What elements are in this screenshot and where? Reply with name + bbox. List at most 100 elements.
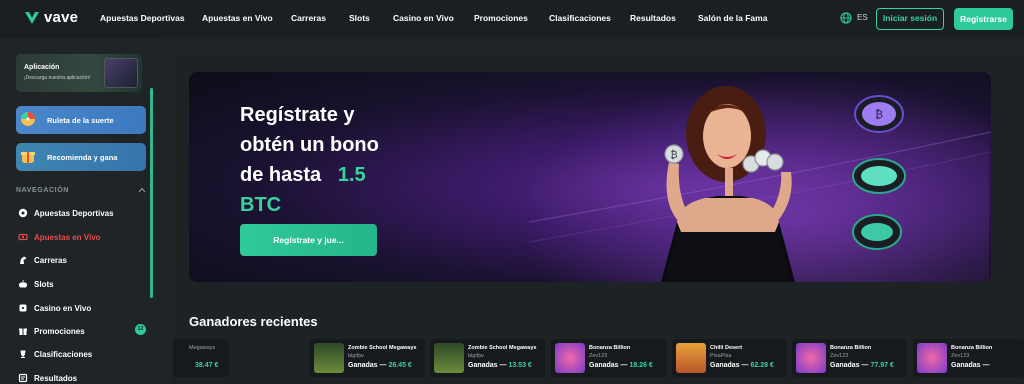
winner-amount: 77.97 € bbox=[870, 362, 894, 369]
lucky-wheel-label: Ruleta de la suerte bbox=[47, 116, 114, 125]
hero-illustration: ₿ ₿ bbox=[529, 86, 991, 282]
winner-game: Zombie School Megaways bbox=[468, 345, 537, 351]
sidebar-item-label: Apuestas Deportivas bbox=[34, 208, 114, 218]
hero-register-button[interactable]: Regístrate y jue... bbox=[240, 224, 377, 256]
language-selector[interactable]: ES bbox=[857, 13, 868, 22]
sidebar-item-label: Resultados bbox=[34, 373, 78, 383]
nav-slots[interactable]: Slots bbox=[349, 13, 370, 23]
sidebar-item-label: Casino en Vivo bbox=[34, 303, 92, 313]
hero-title: Regístrate y obtén un bono de hasta 1.5 … bbox=[240, 100, 440, 220]
winner-game: Bonanza Billion bbox=[589, 345, 631, 351]
winner-user: Zev123 bbox=[830, 353, 849, 359]
login-button[interactable]: Iniciar sesión bbox=[876, 8, 944, 30]
nav-casino-en-vivo[interactable]: Casino en Vivo bbox=[393, 13, 454, 23]
trophy-icon bbox=[20, 350, 26, 358]
winner-amount-line: Ganadas — 26.45 € bbox=[348, 362, 412, 369]
winner-user: bigdjw bbox=[348, 353, 364, 359]
winner-amount: 26.45 € bbox=[388, 362, 412, 369]
sidebar-item-label: Slots bbox=[34, 279, 54, 289]
sidebar-item-label: Apuestas en Vivo bbox=[34, 232, 101, 242]
svg-text:₿: ₿ bbox=[875, 108, 883, 121]
sidebar-item-apuestas-deportivas[interactable]: Apuestas Deportivas bbox=[18, 207, 114, 219]
nav-apuestas-en-vivo[interactable]: Apuestas en Vivo bbox=[202, 13, 273, 23]
winner-game: Chilli Desert bbox=[710, 345, 743, 351]
gift-icon bbox=[21, 152, 35, 163]
hero-title-line2: obtén un bono bbox=[240, 134, 379, 156]
hero-bonus-currency: BTC bbox=[240, 194, 282, 216]
wheel-icon bbox=[21, 112, 35, 126]
sidebar-item-label: Clasificaciones bbox=[34, 349, 93, 359]
zombie-school-thumbnail bbox=[434, 343, 464, 373]
winner-user: bigdjw bbox=[468, 353, 484, 359]
chilli-desert-thumbnail bbox=[676, 343, 706, 373]
app-card-title: Aplicación bbox=[24, 64, 60, 71]
sidebar-item-resultados[interactable]: Resultados bbox=[18, 372, 77, 384]
winner-card[interactable]: Chilli Desert PisaPisa Ganadas — 62.28 € bbox=[672, 339, 787, 377]
brand-name: vave bbox=[44, 9, 79, 26]
winner-user: Zev123 bbox=[951, 353, 970, 359]
winner-amount-line: Ganadas — 13.53 € bbox=[468, 362, 532, 369]
horse-icon bbox=[20, 256, 27, 264]
nav-resultados[interactable]: Resultados bbox=[630, 13, 676, 23]
winner-game: Bonanza Billion bbox=[951, 345, 993, 351]
nav-carreras[interactable]: Carreras bbox=[291, 13, 326, 23]
winner-card[interactable]: Bonanza Billion Zev123 Ganadas — 77.97 € bbox=[792, 339, 907, 377]
chevron-up-icon[interactable] bbox=[138, 186, 146, 194]
winner-card[interactable]: Zombie School Megaways bigdjw Ganadas — … bbox=[430, 339, 545, 377]
app-download-card[interactable]: Aplicación ¡Descarga nuestra aplicación! bbox=[16, 54, 142, 92]
bonanza-billion-thumbnail bbox=[555, 343, 585, 373]
winner-amount: 62.28 € bbox=[750, 362, 774, 369]
sidebar-scrollbar[interactable] bbox=[150, 88, 153, 298]
sidebar-item-promociones[interactable]: Promociones bbox=[18, 325, 85, 337]
sidebar-item-clasificaciones[interactable]: Clasificaciones bbox=[18, 348, 92, 360]
winner-card[interactable]: Bonanza Billion Zev123 Ganadas — bbox=[913, 339, 1024, 377]
winner-card[interactable]: Bonanza Billion Zev123 Ganadas — 18.26 € bbox=[551, 339, 666, 377]
winner-amount: 18.26 € bbox=[629, 362, 653, 369]
top-navigation-bar: vave Apuestas Deportivas Apuestas en Viv… bbox=[0, 0, 1024, 38]
sidebar-item-casino-en-vivo[interactable]: Casino en Vivo bbox=[18, 302, 91, 314]
promotions-count-badge: 12 bbox=[135, 324, 146, 335]
nav-salon-de-la-fama[interactable]: Salón de la Fama bbox=[698, 13, 767, 23]
vave-logo-icon bbox=[25, 11, 39, 24]
lucky-wheel-card[interactable]: Ruleta de la suerte bbox=[16, 106, 146, 134]
gift-icon bbox=[19, 328, 27, 335]
slots-icon bbox=[18, 280, 28, 288]
refer-and-earn-label: Recomienda y gana bbox=[47, 153, 118, 162]
sidebar-item-carreras[interactable]: Carreras bbox=[18, 254, 67, 266]
zombie-school-thumbnail bbox=[314, 343, 344, 373]
winner-amount-line: Ganadas — bbox=[951, 362, 990, 369]
hero-title-line3: de hasta bbox=[240, 164, 322, 186]
sidebar-item-label: Promociones bbox=[34, 326, 85, 336]
svg-text:₿: ₿ bbox=[670, 149, 677, 161]
live-icon bbox=[18, 233, 28, 241]
winner-amount: 13.53 € bbox=[508, 362, 532, 369]
winner-card[interactable]: Zombie School Megaways bigdjw Ganadas — … bbox=[310, 339, 425, 377]
winner-amount-line: Ganadas — 77.97 € bbox=[830, 362, 894, 369]
winner-game: Bonanza Billion bbox=[830, 345, 872, 351]
nav-clasificaciones[interactable]: Clasificaciones bbox=[549, 13, 611, 23]
sidebar-item-apuestas-en-vivo[interactable]: Apuestas en Vivo bbox=[18, 231, 101, 243]
hero-title-line1: Regístrate y bbox=[240, 104, 355, 126]
hero-bonus-amount: 1.5 bbox=[337, 164, 366, 186]
winner-user: PisaPisa bbox=[710, 353, 732, 359]
soccer-ball-icon bbox=[18, 208, 28, 218]
nav-promociones[interactable]: Promociones bbox=[474, 13, 528, 23]
sidebar: Aplicación ¡Descarga nuestra aplicación!… bbox=[0, 38, 158, 384]
winner-amount-line: Ganadas — 18.26 € bbox=[589, 362, 653, 369]
brand-logo[interactable]: vave bbox=[24, 9, 78, 26]
hero-banner[interactable]: ₿ ₿ Regístrate y obtén un bono de hasta … bbox=[189, 72, 991, 282]
winner-amount: 38.47 € bbox=[195, 362, 219, 369]
winner-card-partial[interactable]: Megaways 38.47 € bbox=[173, 339, 229, 377]
globe-icon[interactable] bbox=[840, 12, 852, 24]
casino-icon bbox=[19, 304, 27, 312]
register-button[interactable]: Registrarse bbox=[954, 8, 1013, 30]
app-card-subtitle: ¡Descarga nuestra aplicación! bbox=[24, 75, 91, 81]
sidebar-item-slots[interactable]: Slots bbox=[18, 278, 54, 290]
bonanza-billion-thumbnail bbox=[796, 343, 826, 373]
recent-winners-title: Ganadores recientes bbox=[189, 314, 318, 329]
sidebar-item-label: Carreras bbox=[34, 255, 67, 265]
refer-and-earn-card[interactable]: Recomienda y gana bbox=[16, 143, 146, 171]
nav-apuestas-deportivas[interactable]: Apuestas Deportivas bbox=[100, 13, 185, 23]
bonanza-billion-thumbnail bbox=[917, 343, 947, 373]
results-icon bbox=[18, 373, 28, 383]
